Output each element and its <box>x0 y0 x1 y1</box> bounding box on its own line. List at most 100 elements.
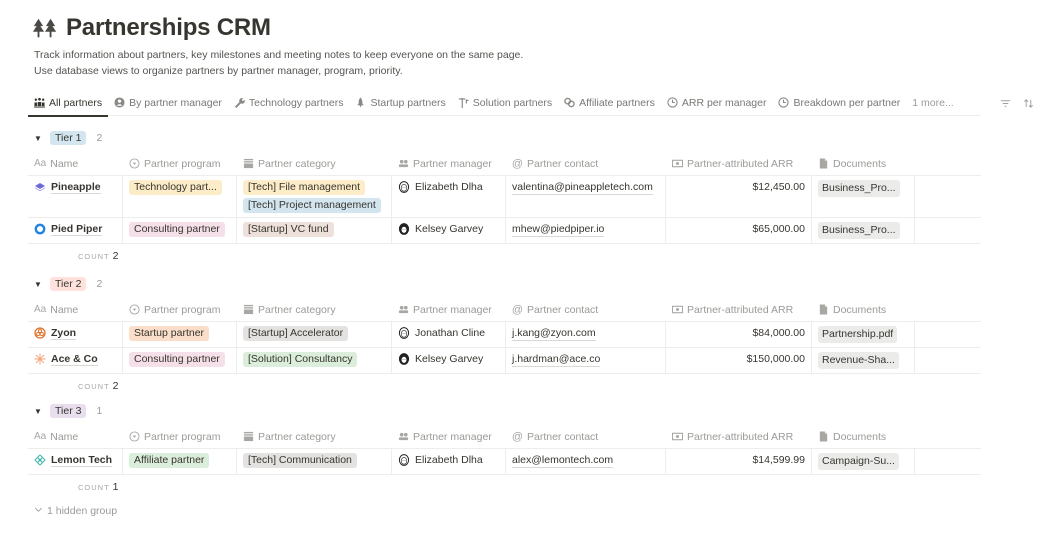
column-header-program[interactable]: Partner program <box>123 298 237 322</box>
column-header-arr[interactable]: Partner-attributed ARR <box>666 298 812 322</box>
table-group: ▼ Tier 2 2 Aa Name Partner program Partne… <box>28 274 981 398</box>
group-tier-label: Tier 1 <box>50 131 87 145</box>
column-header-contact[interactable]: @ Partner contact <box>506 298 666 322</box>
arr-cell[interactable]: $84,000.00 <box>666 322 812 347</box>
column-header-name[interactable]: Aa Name <box>28 425 123 449</box>
column-header-arr[interactable]: Partner-attributed ARR <box>666 152 812 176</box>
collapse-caret-icon[interactable]: ▼ <box>34 280 44 289</box>
column-header-category[interactable]: Partner category <box>237 298 392 322</box>
contact-email[interactable]: mhew@piedpiper.io <box>512 222 605 237</box>
contact-cell[interactable]: valentina@pineappletech.com <box>506 176 666 217</box>
documents-cell[interactable]: Campaign-Su... <box>812 449 915 474</box>
tab-label: Startup partners <box>370 96 446 109</box>
program-cell[interactable]: Consulting partner <box>123 218 237 243</box>
document-chip[interactable]: Business_Pro... <box>818 180 900 197</box>
contact-email[interactable]: valentina@pineappletech.com <box>512 180 653 195</box>
contact-cell[interactable]: alex@lemontech.com <box>506 449 666 474</box>
contact-cell[interactable]: j.kang@zyon.com <box>506 322 666 347</box>
table-row[interactable]: Pineapple Technology part... [Tech] File m… <box>28 176 981 218</box>
contact-cell[interactable]: j.hardman@ace.co <box>506 348 666 373</box>
contact-email[interactable]: alex@lemontech.com <box>512 453 614 468</box>
documents-cell[interactable]: Partnership.pdf <box>812 322 915 347</box>
collapse-caret-icon[interactable]: ▼ <box>34 134 44 143</box>
column-header-documents[interactable]: Documents <box>812 152 915 176</box>
tab-affiliate-partners[interactable]: Affiliate partners <box>558 90 661 116</box>
hidden-groups-toggle[interactable]: 1 hidden group <box>34 505 117 517</box>
document-chip[interactable]: Revenue-Sha... <box>818 352 899 369</box>
group-tier-label: Tier 3 <box>50 404 87 418</box>
column-header-manager[interactable]: Partner manager <box>392 298 506 322</box>
document-chip[interactable]: Campaign-Su... <box>818 453 899 470</box>
tabs-more-button[interactable]: 1 more... <box>906 90 959 116</box>
contact-email[interactable]: j.kang@zyon.com <box>512 326 596 341</box>
column-label: Partner manager <box>413 157 492 170</box>
category-cell[interactable]: [Startup] VC fund <box>237 218 392 243</box>
tab-all-partners[interactable]: All partners <box>28 90 109 117</box>
category-cell[interactable]: [Startup] Accelerator <box>237 322 392 347</box>
documents-cell[interactable]: Business_Pro... <box>812 218 915 243</box>
partner-name[interactable]: Pied Piper <box>51 223 103 236</box>
contact-email[interactable]: j.hardman@ace.co <box>512 352 601 367</box>
description-line: Track information about partners, key mi… <box>34 49 524 61</box>
sort-icon[interactable] <box>1023 98 1034 109</box>
name-cell[interactable]: Lemon Tech <box>28 449 123 474</box>
person-circle-icon <box>114 97 125 108</box>
column-header-program[interactable]: Partner program <box>123 152 237 176</box>
document-chip[interactable]: Partnership.pdf <box>818 326 898 343</box>
manager-cell[interactable]: Elizabeth Dlha <box>392 176 506 217</box>
column-header-documents[interactable]: Documents <box>812 425 915 449</box>
documents-cell[interactable]: Revenue-Sha... <box>812 348 915 373</box>
page-title: Partnerships CRM <box>66 14 271 41</box>
tab-solution-partners[interactable]: Solution partners <box>452 90 558 116</box>
partner-name[interactable]: Pineapple <box>51 181 101 194</box>
arr-cell[interactable]: $12,450.00 <box>666 176 812 217</box>
column-header-documents[interactable]: Documents <box>812 298 915 322</box>
filter-icon[interactable] <box>1000 98 1011 109</box>
category-cell[interactable]: [Tech] Communication <box>237 449 392 474</box>
table-row[interactable]: Ace & Co Consulting partner [Solution] Con… <box>28 348 981 374</box>
partner-name[interactable]: Ace & Co <box>51 353 98 366</box>
table-row[interactable]: Lemon Tech Affiliate partner [Tech] Commun… <box>28 449 981 475</box>
manager-cell[interactable]: Jonathan Cline <box>392 322 506 347</box>
table-row[interactable]: Pied Piper Consulting partner [Startup] VC… <box>28 218 981 244</box>
table-row[interactable]: Zyon Startup partner [Startup] Accelerator… <box>28 322 981 348</box>
column-header-name[interactable]: Aa Name <box>28 298 123 322</box>
arr-cell[interactable]: $65,000.00 <box>666 218 812 243</box>
column-header-manager[interactable]: Partner manager <box>392 425 506 449</box>
tab-arr-per-manager[interactable]: ARR per manager <box>661 90 773 116</box>
manager-cell[interactable]: Kelsey Garvey <box>392 218 506 243</box>
document-chip[interactable]: Business_Pro... <box>818 222 900 239</box>
name-cell[interactable]: Pied Piper <box>28 218 123 243</box>
tab-by-partner-manager[interactable]: By partner manager <box>108 90 228 116</box>
category-cell[interactable]: [Tech] File management [Tech] Project man… <box>237 176 392 217</box>
column-header-category[interactable]: Partner category <box>237 152 392 176</box>
arr-cell[interactable]: $150,000.00 <box>666 348 812 373</box>
column-header-name[interactable]: Aa Name <box>28 152 123 176</box>
manager-cell[interactable]: Elizabeth Dlha <box>392 449 506 474</box>
name-cell[interactable]: Pineapple <box>28 176 123 217</box>
column-header-arr[interactable]: Partner-attributed ARR <box>666 425 812 449</box>
column-label: Name <box>50 430 79 443</box>
program-cell[interactable]: Startup partner <box>123 322 237 347</box>
tab-breakdown-per-partner[interactable]: Breakdown per partner <box>772 90 906 116</box>
program-cell[interactable]: Consulting partner <box>123 348 237 373</box>
category-cell[interactable]: [Solution] Consultancy <box>237 348 392 373</box>
name-cell[interactable]: Zyon <box>28 322 123 347</box>
documents-cell[interactable]: Business_Pro... <box>812 176 915 217</box>
column-header-manager[interactable]: Partner manager <box>392 152 506 176</box>
program-cell[interactable]: Affiliate partner <box>123 449 237 474</box>
partner-name[interactable]: Zyon <box>51 327 77 340</box>
tab-startup-partners[interactable]: Startup partners <box>349 90 451 116</box>
column-header-category[interactable]: Partner category <box>237 425 392 449</box>
program-cell[interactable]: Technology part... <box>123 176 237 217</box>
column-header-contact[interactable]: @ Partner contact <box>506 152 666 176</box>
contact-cell[interactable]: mhew@piedpiper.io <box>506 218 666 243</box>
name-cell[interactable]: Ace & Co <box>28 348 123 373</box>
collapse-caret-icon[interactable]: ▼ <box>34 407 44 416</box>
partner-name[interactable]: Lemon Tech <box>51 454 113 467</box>
tab-technology-partners[interactable]: Technology partners <box>228 90 350 116</box>
manager-cell[interactable]: Kelsey Garvey <box>392 348 506 373</box>
column-header-contact[interactable]: @ Partner contact <box>506 425 666 449</box>
column-header-program[interactable]: Partner program <box>123 425 237 449</box>
arr-cell[interactable]: $14,599.99 <box>666 449 812 474</box>
